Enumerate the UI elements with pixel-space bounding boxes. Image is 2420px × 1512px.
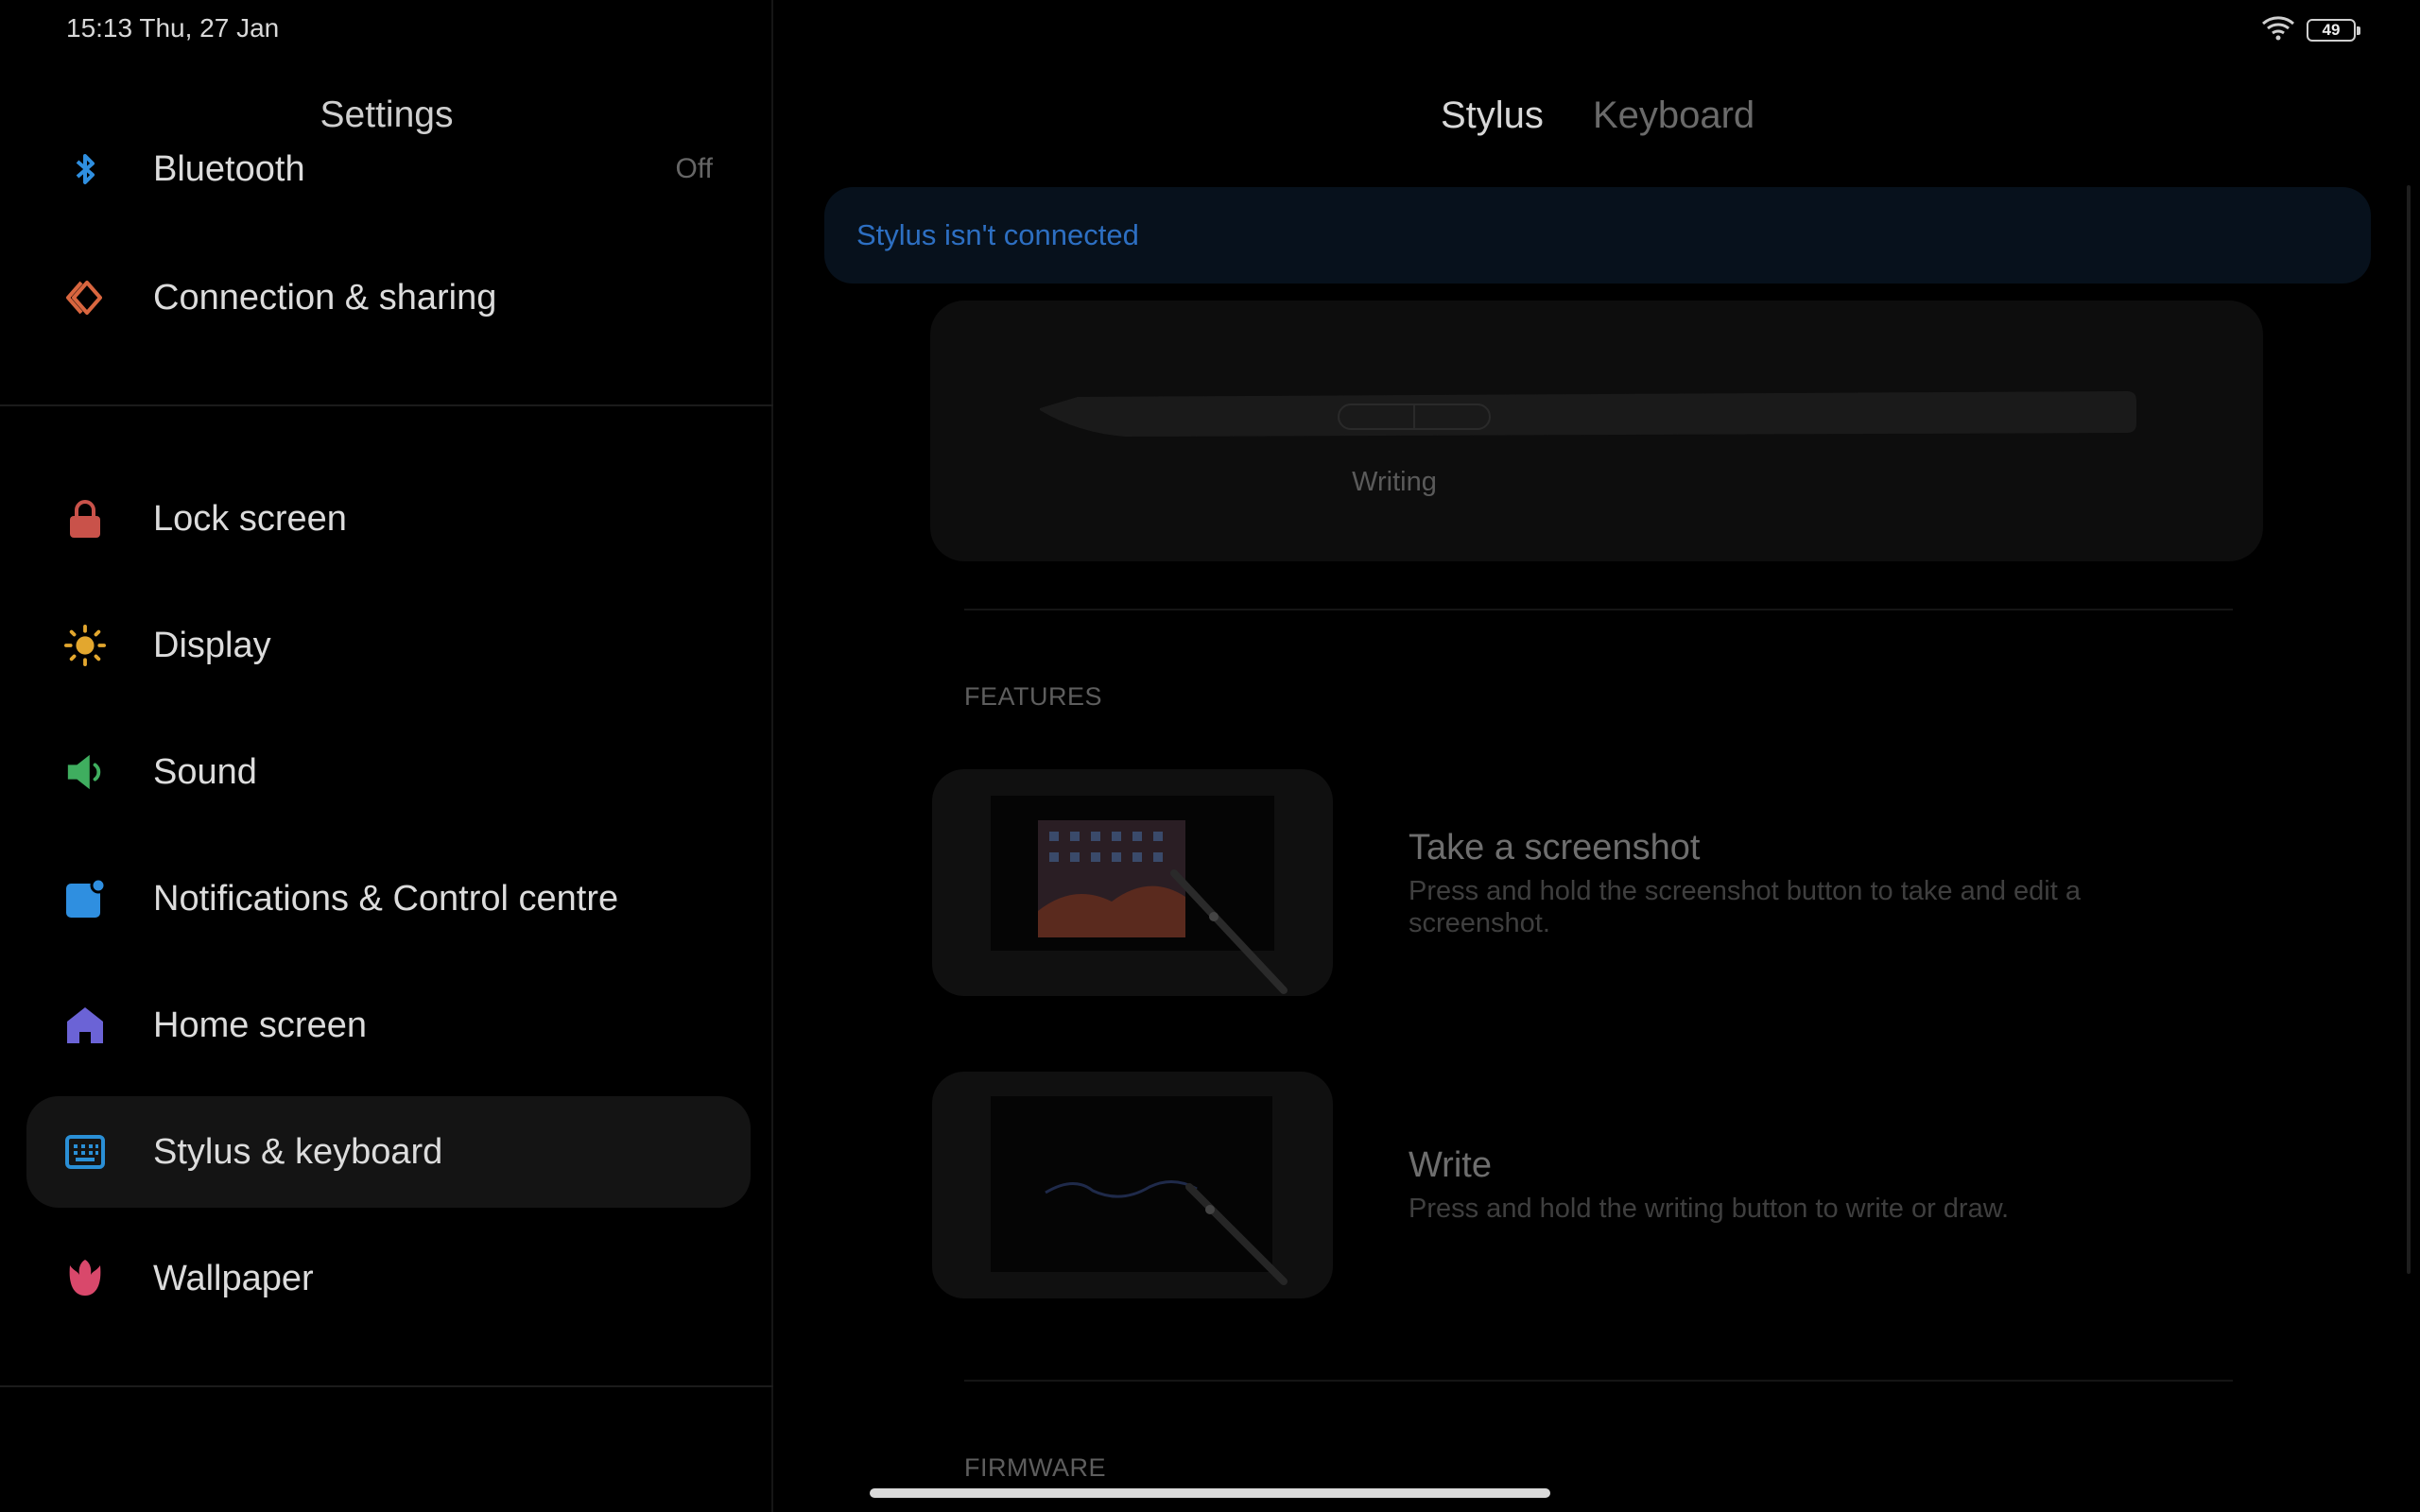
- settings-list[interactable]: Bluetooth Off Connection & sharing Lock …: [0, 151, 773, 1493]
- section-divider: [0, 404, 773, 406]
- stylus-preview-card: [930, 301, 2263, 561]
- menu-item-label: Home screen: [153, 1005, 367, 1045]
- banner-text: Stylus isn't connected: [856, 218, 1139, 251]
- tulip-icon: [64, 1258, 106, 1299]
- feature-title: Take a screenshot: [1409, 828, 1701, 868]
- menu-item-notifications[interactable]: Notifications & Control centre: [26, 843, 751, 954]
- page-title: Settings: [320, 94, 454, 135]
- firmware-heading: FIRMWARE: [964, 1453, 1106, 1482]
- screenshot-feature-thumbnail: [932, 769, 1333, 996]
- settings-screen: 15:13 Thu, 27 Jan 49 Settings Bluetooth …: [0, 0, 2420, 1512]
- notifications-icon: [64, 878, 106, 919]
- feature-title: Write: [1409, 1145, 1492, 1185]
- menu-item-display[interactable]: Display: [26, 590, 751, 701]
- writing-button-caption: Writing: [1352, 467, 1437, 497]
- section-divider: [964, 609, 2233, 610]
- scrollbar[interactable]: [2407, 185, 2411, 1274]
- status-icons: 49: [2259, 13, 2360, 46]
- settings-sidebar: Settings Bluetooth Off Connection & shar…: [0, 0, 773, 1512]
- menu-item-label: Display: [153, 625, 271, 665]
- stylus-connection-banner: Stylus isn't connected: [824, 187, 2371, 284]
- section-divider: [0, 1385, 773, 1387]
- menu-item-bluetooth[interactable]: Bluetooth Off: [26, 151, 751, 225]
- menu-item-wallpaper[interactable]: Wallpaper: [26, 1223, 751, 1334]
- menu-item-label: Lock screen: [153, 498, 347, 539]
- battery-level: 49: [2322, 20, 2341, 39]
- menu-item-label: Notifications & Control centre: [153, 878, 619, 919]
- feature-description: Press and hold the screenshot button to …: [1409, 876, 2081, 938]
- battery-icon: 49: [2307, 18, 2360, 42]
- menu-item-connection-sharing[interactable]: Connection & sharing: [26, 242, 751, 353]
- menu-item-label: Connection & sharing: [153, 277, 497, 318]
- menu-item-label: Stylus & keyboard: [153, 1131, 443, 1172]
- menu-item-label: Wallpaper: [153, 1258, 314, 1298]
- menu-item-stylus-keyboard[interactable]: Stylus & keyboard: [26, 1096, 751, 1208]
- features-heading: FEATURES: [964, 682, 1103, 711]
- bluetooth-status: Off: [675, 153, 713, 184]
- sun-icon: [64, 625, 106, 666]
- menu-item-label: Bluetooth: [153, 151, 305, 189]
- bluetooth-icon: [64, 151, 106, 190]
- connection-sharing-icon: [64, 277, 106, 318]
- write-feature-thumbnail: [932, 1072, 1333, 1298]
- speaker-icon: [64, 751, 106, 793]
- stylus-keyboard-tabs: Stylus Keyboard: [1441, 94, 1754, 137]
- menu-item-sound[interactable]: Sound: [26, 716, 751, 828]
- home-indicator[interactable]: [870, 1488, 1550, 1498]
- feature-description: Press and hold the writing button to wri…: [1409, 1194, 2010, 1224]
- tab-keyboard[interactable]: Keyboard: [1593, 94, 1754, 137]
- home-icon: [64, 1005, 106, 1046]
- lock-icon: [64, 498, 106, 540]
- keyboard-icon: [64, 1131, 106, 1173]
- menu-item-lock-screen[interactable]: Lock screen: [26, 463, 751, 575]
- stylus-image: [1040, 391, 2136, 437]
- section-divider: [964, 1380, 2233, 1382]
- menu-item-label: Sound: [153, 751, 257, 792]
- menu-item-home-screen[interactable]: Home screen: [26, 970, 751, 1081]
- tab-stylus[interactable]: Stylus: [1441, 94, 1544, 137]
- wifi-icon: [2259, 13, 2297, 46]
